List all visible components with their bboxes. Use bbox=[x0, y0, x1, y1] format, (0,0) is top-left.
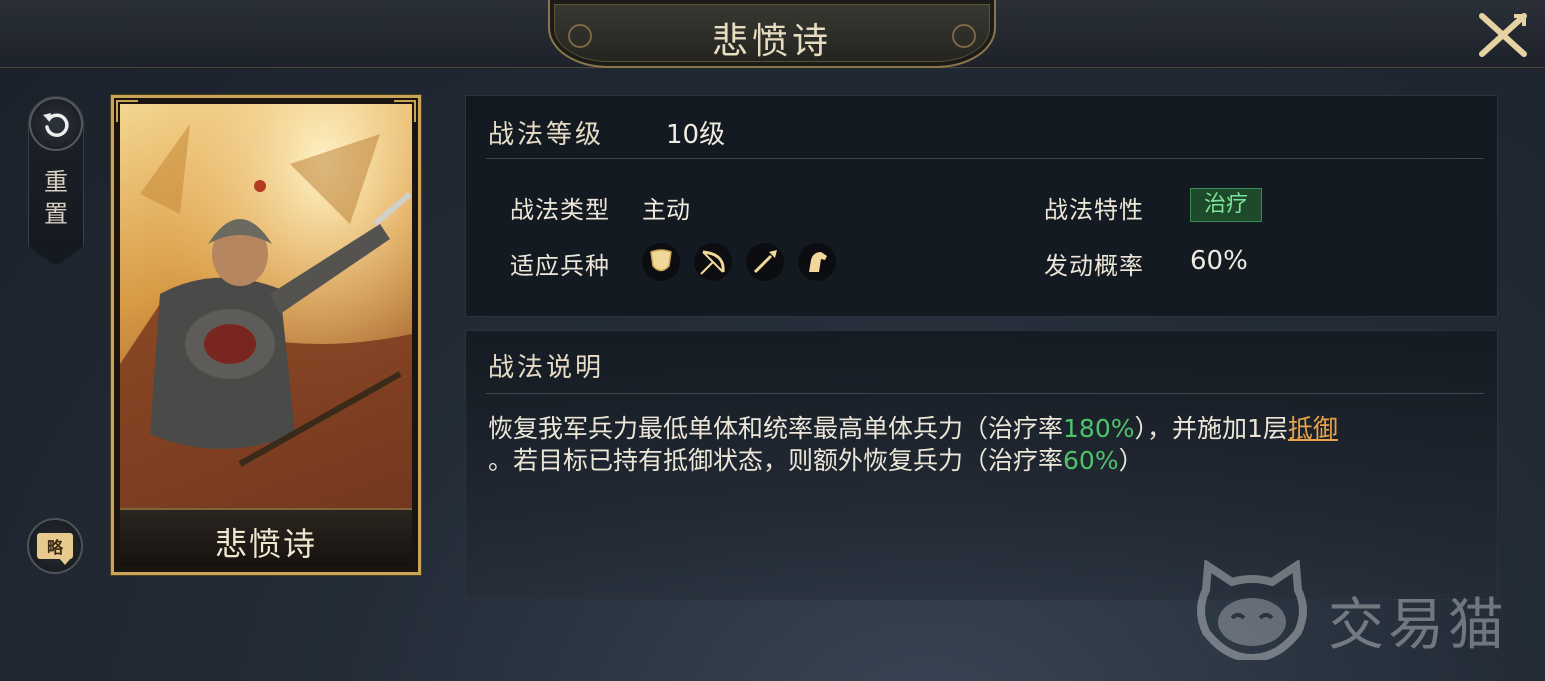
horse-icon[interactable] bbox=[798, 243, 836, 281]
speech-bubble-icon: 略 bbox=[37, 533, 73, 565]
cat-logo-icon bbox=[1197, 558, 1307, 663]
description-part: 。若目标已持有抵御状态，则额外恢复兵力（治疗率 bbox=[488, 446, 1064, 475]
rate-label: 发动概率 bbox=[1044, 252, 1144, 280]
heal-rate-value: 60% bbox=[1063, 446, 1119, 475]
watermark: 交易猫 bbox=[1192, 558, 1522, 663]
divider bbox=[486, 393, 1484, 394]
brief-label: 略 bbox=[46, 538, 63, 557]
trait-label: 战法特性 bbox=[1044, 196, 1144, 224]
type-label: 战法类型 bbox=[510, 196, 610, 224]
card-corner-ornament bbox=[116, 100, 138, 122]
unit-label: 适应兵种 bbox=[510, 252, 610, 280]
title-plaque: 悲愤诗 bbox=[548, 0, 996, 68]
description-part: 恢复我军兵力最低单体和统率最高单体兵力（治疗率 bbox=[488, 414, 1064, 443]
unit-icon-list bbox=[642, 243, 836, 281]
skill-card: 悲愤诗 bbox=[111, 95, 421, 575]
brief-button[interactable]: 略 bbox=[27, 518, 83, 574]
level-label: 战法等级 bbox=[488, 120, 605, 150]
skill-info-panel: 战法等级 10级 战法类型 主动 战法特性 治疗 适应兵种 发动概率 60% bbox=[465, 95, 1498, 317]
spear-icon[interactable] bbox=[746, 243, 784, 281]
rate-value: 60% bbox=[1190, 246, 1248, 276]
card-artwork bbox=[120, 104, 412, 508]
close-button[interactable] bbox=[1478, 12, 1528, 58]
heal-rate-value: 180% bbox=[1063, 414, 1135, 443]
card-corner-ornament bbox=[394, 100, 416, 122]
level-value: 10级 bbox=[666, 120, 726, 150]
divider bbox=[486, 158, 1484, 159]
type-value: 主动 bbox=[642, 196, 690, 224]
page-title: 悲愤诗 bbox=[711, 21, 832, 62]
description-text: 恢复我军兵力最低单体和统率最高单体兵力（治疗率180%），并施加1层抵御。若目标… bbox=[488, 413, 1478, 477]
card-name-bar: 悲愤诗 bbox=[120, 508, 412, 566]
warrior-illustration bbox=[120, 104, 412, 508]
shield-icon[interactable] bbox=[642, 243, 680, 281]
close-icon bbox=[1479, 13, 1527, 57]
reset-button[interactable] bbox=[29, 97, 83, 151]
watermark-text: 交易猫 bbox=[1328, 593, 1508, 658]
bow-icon[interactable] bbox=[694, 243, 732, 281]
undo-icon bbox=[43, 113, 69, 137]
reset-label[interactable]: 重置 bbox=[40, 166, 72, 230]
description-header: 战法说明 bbox=[488, 353, 605, 383]
description-part: ） bbox=[1118, 446, 1144, 475]
status-link-defense[interactable]: 抵御 bbox=[1288, 414, 1338, 443]
card-name: 悲愤诗 bbox=[214, 525, 317, 563]
trait-badge: 治疗 bbox=[1190, 188, 1262, 222]
description-part: ），并施加1层 bbox=[1134, 414, 1288, 443]
